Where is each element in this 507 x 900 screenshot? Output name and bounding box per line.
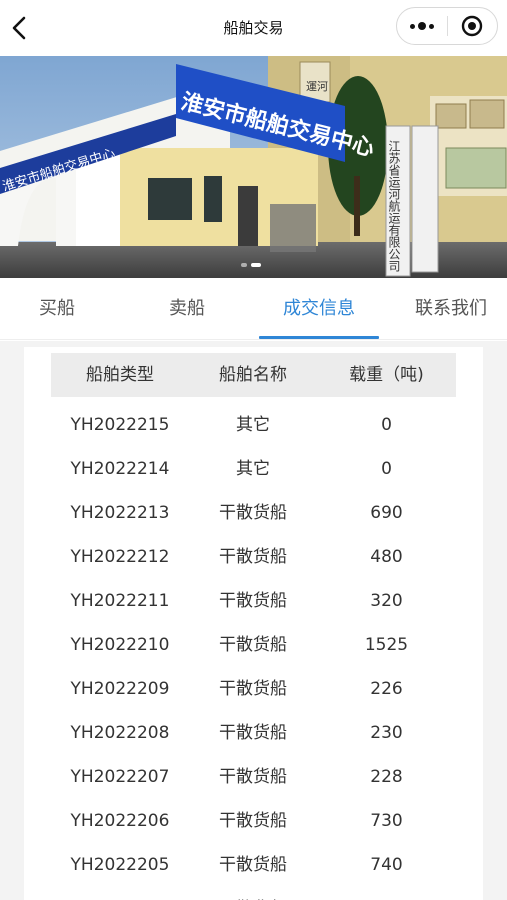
banner-photo[interactable]: 運河 淮安市船舶交易中心 淮安市船舶交易中心 江苏省运河航运有限公司 (0, 56, 507, 278)
table-row[interactable]: YH2022204干散货船457 (51, 887, 456, 900)
cell-ship-name: 干散货船 (219, 547, 287, 567)
banner-pager (241, 263, 261, 267)
cell-ship-name: 干散货船 (219, 503, 287, 523)
cell-tonnage: 0 (381, 459, 392, 479)
cell-ship-name: 干散货船 (219, 855, 287, 875)
table-row[interactable]: YH2022212 干散货船 480 (51, 535, 456, 579)
more-dots-icon (409, 23, 415, 29)
pager-dot (241, 263, 247, 267)
cell-ship-type: YH2022206 (70, 811, 170, 831)
top-navbar: 船舶交易 (0, 0, 507, 56)
cell-ship-type: YH2022209 (70, 679, 170, 699)
table-row[interactable]: YH2022214 其它 0 (51, 447, 456, 491)
cell-tonnage: 0 (381, 415, 392, 435)
cell-ship-type: YH2022207 (70, 767, 170, 787)
cell-ship-type: YH2022210 (70, 635, 170, 655)
cell-tonnage: 690 (370, 503, 403, 523)
cell-ship-name: 干散货船 (219, 723, 287, 743)
cell-ship-name: 其它 (236, 415, 270, 435)
mini-program-capsule (396, 7, 498, 45)
cell-ship-name: 干散货船 (219, 811, 287, 831)
cell-tonnage: 480 (370, 547, 403, 567)
cell-tonnage: 228 (370, 767, 403, 787)
tab-contact-us[interactable]: 联系我们 (392, 278, 507, 340)
more-button[interactable] (397, 8, 447, 44)
target-close-icon (462, 15, 483, 37)
banner-plaque-text: 江苏省运河航运有限公司 (387, 140, 401, 272)
header-tonnage: 载重（吨) (349, 365, 424, 385)
cell-ship-type: YH2022211 (70, 591, 170, 611)
cell-tonnage: 226 (370, 679, 403, 699)
cell-ship-type: YH2022205 (70, 855, 170, 875)
cell-tonnage: 1525 (364, 635, 409, 655)
cell-ship-type: YH2022214 (70, 459, 170, 479)
pager-dot-active (251, 263, 261, 267)
tab-deal-info[interactable]: 成交信息 (259, 278, 379, 340)
table-row[interactable]: YH2022209 干散货船 226 (51, 667, 456, 711)
cell-ship-type: YH2022204 (51, 887, 189, 900)
cell-ship-name: 其它 (236, 459, 270, 479)
table-header: 船舶类型 船舶名称 载重（吨) (51, 353, 456, 397)
table-row[interactable]: YH2022210 干散货船 1525 (51, 623, 456, 667)
table-row[interactable]: YH2022208 干散货船 230 (51, 711, 456, 755)
cell-ship-name: 干散货船 (219, 635, 287, 655)
table-row[interactable]: YH2022213 干散货船 690 (51, 491, 456, 535)
header-ship-type: 船舶类型 (86, 365, 154, 385)
cell-ship-type: YH2022212 (70, 547, 170, 567)
more-dots-icon-right (428, 23, 434, 29)
cell-tonnage: 320 (370, 591, 403, 611)
deal-info-panel[interactable]: 船舶类型 船舶名称 载重（吨) YH2022215 其它 0 YH2022214 其它 0… (0, 341, 507, 900)
cell-ship-type: YH2022208 (70, 723, 170, 743)
cell-ship-type: YH2022215 (70, 415, 170, 435)
gate-sign-text: 運河 (306, 80, 328, 93)
cell-ship-name: 干散货船 (219, 591, 287, 611)
tab-bar: 买船 卖船 成交信息 联系我们 (0, 278, 507, 340)
cell-ship-type: YH2022213 (70, 503, 170, 523)
table-row[interactable]: YH2022206 干散货船 730 (51, 799, 456, 843)
tab-sell[interactable]: 卖船 (132, 278, 242, 340)
cell-tonnage: 230 (370, 723, 403, 743)
active-tab-indicator (259, 336, 379, 339)
cell-ship-name: 干散货船 (189, 887, 317, 900)
cell-tonnage: 457 (317, 887, 456, 900)
table-row[interactable]: YH2022211 干散货船 320 (51, 579, 456, 623)
header-ship-name: 船舶名称 (219, 365, 287, 385)
cell-ship-name: 干散货船 (219, 679, 287, 699)
building-photo: 運河 淮安市船舶交易中心 淮安市船舶交易中心 江苏省运河航运有限公司 (0, 56, 507, 278)
table-card: 船舶类型 船舶名称 载重（吨) YH2022215 其它 0 YH2022214 其它 0… (24, 347, 483, 900)
more-dots-icon-center (417, 22, 426, 30)
tab-buy[interactable]: 买船 (2, 278, 112, 340)
table-row[interactable]: YH2022207 干散货船 228 (51, 755, 456, 799)
cell-tonnage: 740 (370, 855, 403, 875)
close-button[interactable] (447, 8, 497, 44)
table-row[interactable]: YH2022205 干散货船 740 (51, 843, 456, 887)
cell-tonnage: 730 (370, 811, 403, 831)
cell-ship-name: 干散货船 (219, 767, 287, 787)
table-row[interactable]: YH2022215 其它 0 (51, 403, 456, 447)
